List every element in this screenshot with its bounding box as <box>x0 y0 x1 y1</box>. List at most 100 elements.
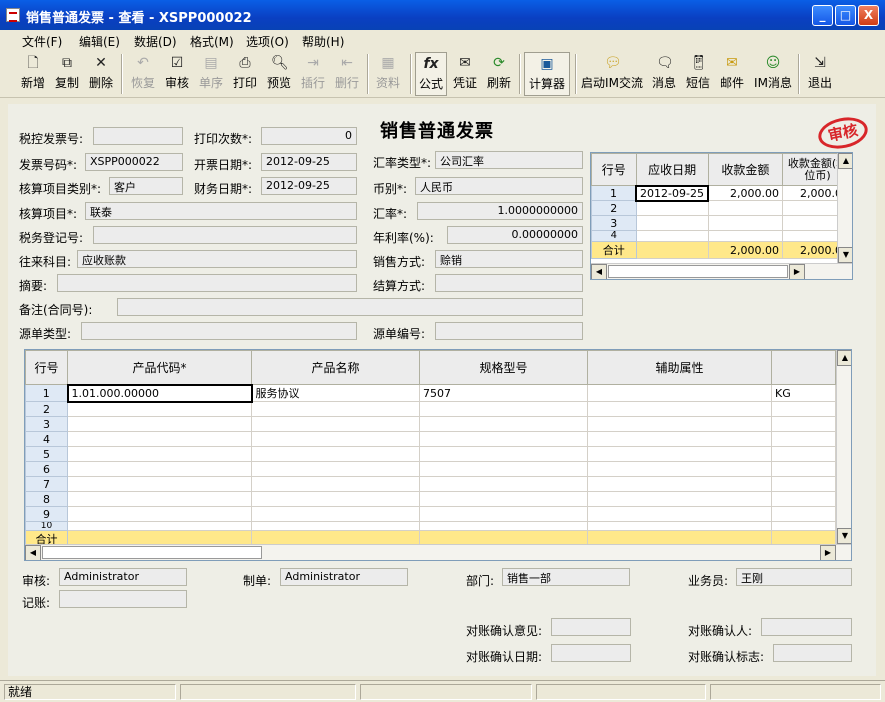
audit-button[interactable]: ☑ 审核 <box>162 52 192 96</box>
sales-method-field[interactable]: 赊销 <box>435 250 583 268</box>
product-code-cell[interactable] <box>67 416 252 432</box>
scroll-left-icon[interactable]: ◀ <box>591 264 607 279</box>
reconcile-person-field[interactable] <box>761 618 852 636</box>
restore-button[interactable]: ↶ 恢复 <box>128 52 158 96</box>
scroll-down-icon[interactable]: ▼ <box>838 247 852 263</box>
messages-button[interactable]: 🗨︎ 消息 <box>650 52 678 96</box>
menu-options[interactable]: 选项(O) <box>246 33 289 50</box>
department-field[interactable]: 销售一部 <box>502 568 630 586</box>
scroll-thumb[interactable] <box>42 546 262 559</box>
attr-cell[interactable] <box>587 476 772 492</box>
plan-amount-cell[interactable] <box>707 230 783 242</box>
unit-cell[interactable] <box>771 416 836 432</box>
insert-row-button[interactable]: ⇥ 插行 <box>298 52 328 96</box>
rate-type-field[interactable]: 公司汇率 <box>435 151 583 169</box>
scroll-up-icon[interactable]: ▲ <box>837 350 851 366</box>
reconcile-date-field[interactable] <box>551 644 631 662</box>
scroll-right-icon[interactable]: ▶ <box>789 264 805 279</box>
spec-cell[interactable] <box>419 521 588 531</box>
spec-cell[interactable] <box>419 461 588 477</box>
product-code-cell[interactable] <box>67 521 252 531</box>
spec-cell[interactable] <box>419 491 588 507</box>
attr-cell[interactable] <box>587 491 772 507</box>
remark-field[interactable] <box>117 298 583 316</box>
product-code-cell[interactable] <box>67 461 252 477</box>
exit-button[interactable]: ⇲ 退出 <box>805 52 835 96</box>
product-name-cell[interactable] <box>251 521 420 531</box>
sequence-button[interactable]: ▤ 单序 <box>196 52 226 96</box>
source-no-field[interactable] <box>435 322 583 340</box>
menu-file[interactable]: 文件(F) <box>22 33 62 50</box>
product-name-cell[interactable]: 服务协议 <box>251 384 420 402</box>
delete-row-button[interactable]: ⇤ 删行 <box>332 52 362 96</box>
refresh-button[interactable]: ⟳ 刷新 <box>484 52 514 96</box>
source-type-field[interactable] <box>81 322 357 340</box>
unit-cell[interactable] <box>771 461 836 477</box>
scroll-left-icon[interactable]: ◀ <box>25 545 41 560</box>
detail-vertical-scrollbar[interactable]: ▲ ▼ <box>836 350 851 544</box>
tax-reg-no-field[interactable] <box>93 226 357 244</box>
spec-cell[interactable]: 7507 <box>419 384 588 402</box>
unit-cell[interactable] <box>771 476 836 492</box>
product-code-cell[interactable] <box>67 476 252 492</box>
product-name-cell[interactable] <box>251 446 420 462</box>
attr-cell[interactable] <box>587 461 772 477</box>
reconcile-flag-field[interactable] <box>773 644 852 662</box>
attr-cell[interactable] <box>587 431 772 447</box>
tax-invoice-no-field[interactable] <box>93 127 183 145</box>
plan-date-cell[interactable] <box>635 200 709 216</box>
spec-cell[interactable] <box>419 506 588 522</box>
product-code-cell[interactable] <box>67 401 252 417</box>
sms-button[interactable]: 📱︎ 短信 <box>684 52 712 96</box>
spec-cell[interactable] <box>419 446 588 462</box>
materials-button[interactable]: ▦ 资料 <box>373 52 403 96</box>
product-name-cell[interactable] <box>251 491 420 507</box>
product-name-cell[interactable] <box>251 476 420 492</box>
unit-cell[interactable] <box>771 401 836 417</box>
plan-amount-cell[interactable]: 2,000.00 <box>707 185 783 201</box>
attr-cell[interactable] <box>587 401 772 417</box>
detail-grid[interactable]: 行号 产品代码* 产品名称 规格型号 辅助属性 1 1.01.000.00000… <box>24 349 852 561</box>
detail-horizontal-scrollbar[interactable]: ◀ ▶ <box>25 544 851 560</box>
account-field[interactable]: 应收账款 <box>77 250 357 268</box>
menu-data[interactable]: 数据(D) <box>134 33 177 50</box>
scroll-right-icon[interactable]: ▶ <box>820 545 836 560</box>
minimize-button[interactable]: _ <box>812 5 833 26</box>
item-field[interactable]: 联泰 <box>85 202 357 220</box>
start-im-button[interactable]: 💬︎ 启动IM交流 <box>580 52 644 96</box>
plan-date-cell[interactable] <box>635 230 709 242</box>
maximize-button[interactable]: □ <box>835 5 856 26</box>
attr-cell[interactable] <box>587 446 772 462</box>
plan-amount-cell[interactable] <box>707 200 783 216</box>
settlement-field[interactable] <box>435 274 583 292</box>
plan-vertical-scrollbar[interactable]: ▲ ▼ <box>837 153 852 263</box>
unit-cell[interactable] <box>771 431 836 447</box>
product-name-cell[interactable] <box>251 431 420 447</box>
product-name-cell[interactable] <box>251 401 420 417</box>
formula-button[interactable]: fx 公式 <box>415 52 447 96</box>
unit-cell[interactable] <box>771 521 836 531</box>
attr-cell[interactable] <box>587 506 772 522</box>
attr-cell[interactable] <box>587 384 772 402</box>
product-name-cell[interactable] <box>251 416 420 432</box>
attr-cell[interactable] <box>587 416 772 432</box>
invoice-no-field[interactable]: XSPP000022 <box>85 153 183 171</box>
scroll-thumb[interactable] <box>608 265 788 278</box>
plan-date-cell[interactable] <box>635 215 709 231</box>
exchange-rate-field[interactable]: 1.0000000000 <box>417 202 583 220</box>
plan-amount-cell[interactable] <box>707 215 783 231</box>
currency-field[interactable]: 人民币 <box>415 177 583 195</box>
delete-button[interactable]: ✕ 删除 <box>86 52 116 96</box>
calculator-button[interactable]: ▣ 计算器 <box>524 52 570 96</box>
product-name-cell[interactable] <box>251 506 420 522</box>
spec-cell[interactable] <box>419 431 588 447</box>
product-code-cell[interactable]: 1.01.000.00000 <box>66 383 253 403</box>
scroll-up-icon[interactable]: ▲ <box>838 153 852 169</box>
product-code-cell[interactable] <box>67 446 252 462</box>
unit-cell[interactable]: KG <box>771 384 836 402</box>
print-count-field[interactable]: 0 <box>261 127 357 145</box>
spec-cell[interactable] <box>419 401 588 417</box>
im-messages-button[interactable]: ☺ IM消息 <box>752 52 794 96</box>
unit-cell[interactable] <box>771 506 836 522</box>
copy-button[interactable]: ⧉ 复制 <box>52 52 82 96</box>
